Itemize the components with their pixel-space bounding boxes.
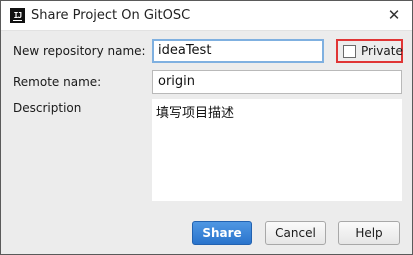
share-project-dialog: IJ Share Project On GitOSC ✕ New reposit… bbox=[0, 0, 413, 255]
share-button[interactable]: Share bbox=[192, 221, 252, 245]
close-icon[interactable]: ✕ bbox=[385, 6, 403, 24]
dialog-title: Share Project On GitOSC bbox=[31, 8, 191, 23]
cancel-button[interactable]: Cancel bbox=[265, 221, 326, 245]
title-bar: IJ Share Project On GitOSC ✕ bbox=[1, 1, 412, 31]
repository-name-label: New repository name: bbox=[13, 44, 146, 58]
help-button[interactable]: Help bbox=[338, 221, 400, 245]
repository-name-input[interactable]: ideaTest bbox=[152, 39, 324, 63]
remote-name-input[interactable]: origin bbox=[152, 70, 402, 94]
private-checkbox-highlight: Private bbox=[336, 39, 403, 63]
description-textarea[interactable]: 填写项目描述 bbox=[152, 99, 402, 201]
private-checkbox-label[interactable]: Private bbox=[361, 44, 403, 58]
intellij-icon: IJ bbox=[10, 8, 25, 23]
remote-name-label: Remote name: bbox=[13, 75, 102, 89]
description-label: Description bbox=[13, 101, 82, 115]
private-checkbox[interactable] bbox=[343, 45, 356, 58]
